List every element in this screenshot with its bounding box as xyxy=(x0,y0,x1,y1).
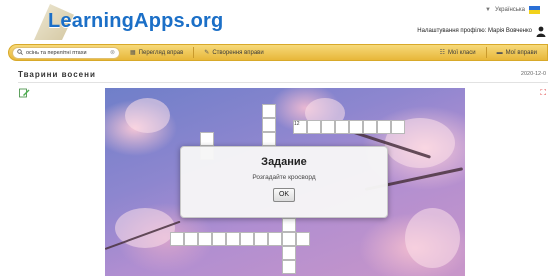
crossword-cell[interactable] xyxy=(363,120,377,134)
nav-browse-exercises[interactable]: ▦ Перегляд вправ xyxy=(120,49,193,57)
search-icon xyxy=(17,48,23,57)
pencil-icon: ✎ xyxy=(204,50,210,56)
logo[interactable]: LearningApps.org xyxy=(34,4,234,42)
chevron-down-icon: ▼ xyxy=(485,7,491,13)
page: LearningApps.org ▼ Українська Налаштуван… xyxy=(0,0,548,280)
user-icon[interactable] xyxy=(536,26,546,37)
crossword-cell[interactable] xyxy=(321,120,335,134)
blossom-decoration xyxy=(125,98,170,133)
crossword-cell[interactable] xyxy=(262,132,276,146)
page-title: Тварини восени xyxy=(18,70,96,79)
ok-button[interactable]: OK xyxy=(273,188,295,202)
nav-label: Перегляд вправ xyxy=(138,49,184,56)
nav-create-exercise[interactable]: ✎ Створення вправи xyxy=(194,49,273,57)
edit-icon[interactable] xyxy=(19,88,30,98)
profile-settings-link[interactable]: Налаштування профілю: Марія Вовченко xyxy=(417,28,532,34)
task-dialog: Задание Розгадайте кросворд OK xyxy=(180,146,388,218)
nav-my-exercises[interactable]: ▬ Мої вправи xyxy=(487,50,547,56)
crossword-cell[interactable] xyxy=(262,118,276,132)
classes-icon: ☷ xyxy=(439,50,445,56)
crossword-cell[interactable] xyxy=(262,104,276,118)
clear-search-icon[interactable]: ⊗ xyxy=(110,49,115,56)
clue-number: 12 xyxy=(294,121,300,127)
crossword-cell[interactable] xyxy=(254,232,268,246)
crossword-cell[interactable] xyxy=(184,232,198,246)
crossword-cell[interactable] xyxy=(349,120,363,134)
crossword-cell[interactable] xyxy=(282,260,296,274)
crossword-cell[interactable] xyxy=(170,232,184,246)
nav-label: Мої класи xyxy=(447,49,476,56)
crossword-cell[interactable] xyxy=(212,232,226,246)
dialog-title: Задание xyxy=(261,156,307,168)
nav-label: Створення вправи xyxy=(212,49,264,56)
search-field[interactable]: осінь та перелітні птахи ⊗ xyxy=(12,46,120,59)
crossword-cell[interactable] xyxy=(198,232,212,246)
crossword-cell[interactable] xyxy=(282,218,296,232)
logo-text: LearningApps.org xyxy=(48,10,224,32)
crossword-cell[interactable] xyxy=(307,120,321,134)
folder-icon: ▬ xyxy=(496,49,503,56)
main-navbar: осінь та перелітні птахи ⊗ ▦ Перегляд вп… xyxy=(8,44,548,61)
date-label: 2020-12-0 xyxy=(520,71,546,77)
nav-my-classes[interactable]: ☷ Мої класи xyxy=(430,49,486,57)
crossword-cell[interactable] xyxy=(226,232,240,246)
dialog-message: Розгадайте кросворд xyxy=(252,174,316,181)
fullscreen-icon[interactable]: ⛶ xyxy=(540,88,546,98)
crossword-cell[interactable] xyxy=(282,232,296,246)
crossword-cell[interactable] xyxy=(296,232,310,246)
grid-icon: ▦ xyxy=(130,50,136,56)
language-label: Українська xyxy=(494,7,525,13)
divider xyxy=(18,82,548,83)
crossword-cell[interactable] xyxy=(391,120,405,134)
search-input[interactable]: осінь та перелітні птахи xyxy=(26,50,107,56)
crossword-cell[interactable] xyxy=(282,246,296,260)
crossword-cell[interactable] xyxy=(335,120,349,134)
nav-label: Мої вправи xyxy=(505,49,537,56)
crossword-cell[interactable] xyxy=(268,232,282,246)
flag-icon xyxy=(529,6,540,14)
crossword-cell[interactable] xyxy=(240,232,254,246)
crossword-cell[interactable] xyxy=(200,132,214,146)
crossword-cell[interactable] xyxy=(377,120,391,134)
blossom-decoration xyxy=(405,208,460,268)
language-selector[interactable]: ▼ Українська xyxy=(485,6,540,14)
